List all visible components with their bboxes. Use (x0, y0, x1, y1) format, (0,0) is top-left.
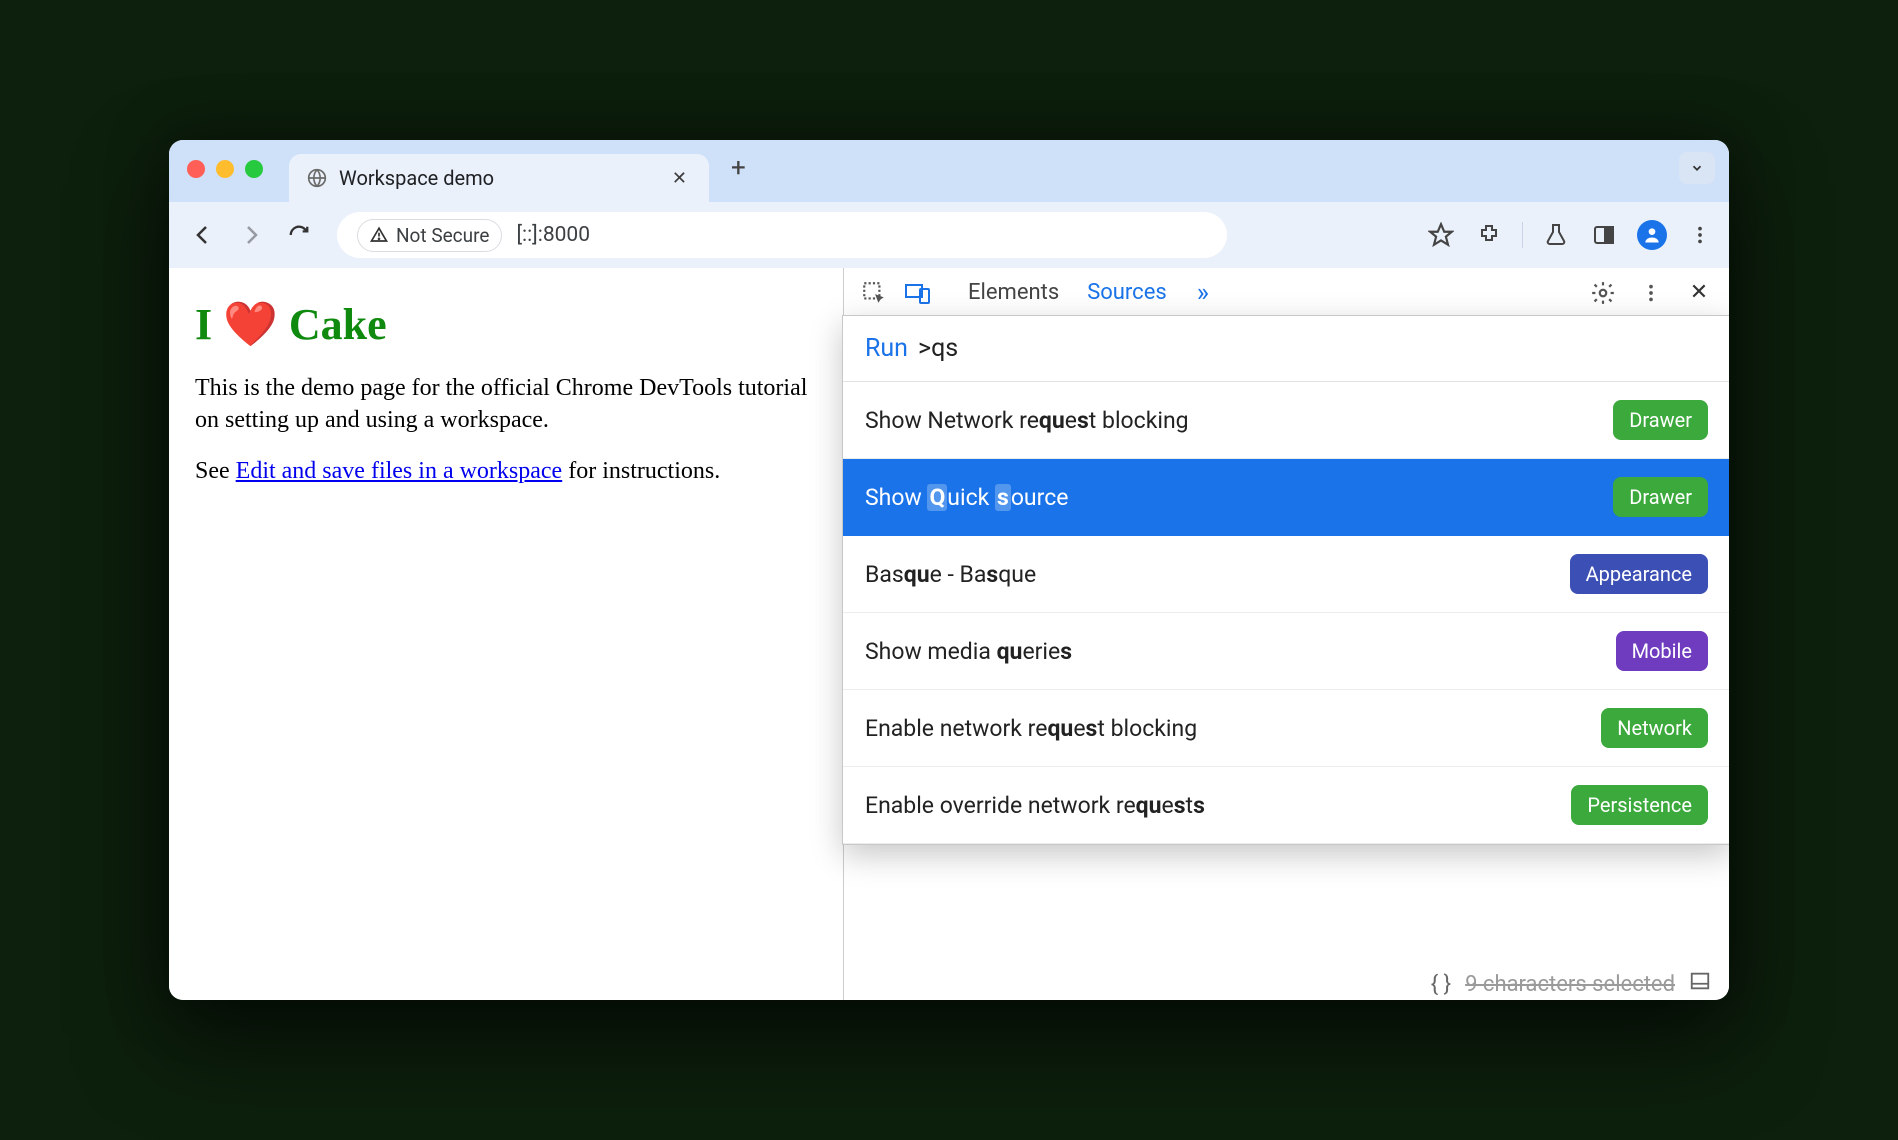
command-item-badge: Network (1601, 708, 1708, 748)
traffic-lights (187, 160, 263, 178)
back-button[interactable] (183, 215, 223, 255)
labs-icon[interactable] (1541, 220, 1571, 250)
rendered-page: I ❤️ Cake This is the demo page for the … (169, 268, 844, 1000)
command-item-label: Basque - Basque (865, 561, 1036, 588)
command-item[interactable]: Show Quick source Drawer (843, 459, 1729, 536)
command-item[interactable]: Basque - Basque Appearance (843, 536, 1729, 613)
command-item[interactable]: Enable override network requests Persiste… (843, 767, 1729, 844)
command-item-label: Enable override network requests (865, 792, 1205, 819)
security-label: Not Secure (396, 224, 489, 247)
page-paragraph-2: See Edit and save files in a workspace f… (195, 455, 817, 487)
command-item-badge: Drawer (1613, 400, 1708, 440)
command-item[interactable]: Show media queries Mobile (843, 613, 1729, 690)
dock-icon[interactable] (1689, 970, 1711, 998)
command-item-label: Show Network request blocking (865, 407, 1189, 434)
command-item-badge: Persistence (1571, 785, 1708, 825)
warning-icon (370, 226, 388, 244)
address-bar[interactable]: Not Secure [::]:8000 (337, 212, 1227, 258)
command-item[interactable]: Show Network request blocking Drawer (843, 382, 1729, 459)
workspace-tutorial-link[interactable]: Edit and save files in a workspace (236, 458, 563, 484)
tab-elements[interactable]: Elements (968, 280, 1059, 305)
bookmark-star-icon[interactable] (1426, 220, 1456, 250)
toolbar-actions (1426, 220, 1715, 250)
chrome-window: Workspace demo ✕ + Not Secure [::]:8000 (169, 140, 1729, 1000)
devtools-kebab-icon[interactable] (1635, 277, 1667, 309)
command-menu: Run >qs Show Network request blocking Dra… (842, 315, 1729, 845)
new-tab-button[interactable]: + (731, 153, 746, 183)
devtools-panel: Elements Sources » ✕ Run >qs (844, 268, 1729, 1000)
url-text: [::]:8000 (516, 223, 590, 247)
device-toggle-icon[interactable] (902, 277, 934, 309)
profile-avatar[interactable] (1637, 220, 1667, 250)
command-input[interactable]: Run >qs (843, 316, 1729, 382)
minimize-window-button[interactable] (216, 160, 234, 178)
devtools-tabbar: Elements Sources » ✕ (844, 268, 1729, 318)
tab-title: Workspace demo (339, 166, 654, 190)
p2-suffix: for instructions. (562, 458, 720, 484)
close-devtools-button[interactable]: ✕ (1683, 277, 1715, 309)
kebab-menu-icon[interactable] (1685, 220, 1715, 250)
command-item-label: Enable network request blocking (865, 715, 1197, 742)
reload-button[interactable] (279, 215, 319, 255)
command-item-label: Show media queries (865, 638, 1072, 665)
separator (1522, 222, 1523, 248)
title-bar: Workspace demo ✕ + (169, 140, 1729, 202)
command-list: Show Network request blockingDrawerShow … (843, 382, 1729, 844)
inspect-element-icon[interactable] (858, 277, 890, 309)
command-item[interactable]: Enable network request blocking Network (843, 690, 1729, 767)
page-heading: I ❤️ Cake (195, 298, 817, 350)
side-panel-icon[interactable] (1589, 220, 1619, 250)
bracket-icon: { } (1431, 972, 1451, 997)
command-item-badge: Mobile (1616, 631, 1708, 671)
security-chip[interactable]: Not Secure (357, 219, 502, 252)
gear-icon[interactable] (1587, 277, 1619, 309)
extensions-icon[interactable] (1474, 220, 1504, 250)
tab-search-button[interactable] (1679, 152, 1715, 184)
p2-prefix: See (195, 458, 236, 484)
globe-icon (307, 168, 327, 188)
close-tab-button[interactable]: ✕ (666, 164, 693, 193)
content-area: I ❤️ Cake This is the demo page for the … (169, 268, 1729, 1000)
close-window-button[interactable] (187, 160, 205, 178)
command-query: >qs (918, 334, 958, 363)
footer-status: 9 characters selected (1465, 972, 1675, 997)
page-paragraph-1: This is the demo page for the official C… (195, 372, 817, 437)
command-item-label: Show Quick source (865, 484, 1068, 511)
forward-button[interactable] (231, 215, 271, 255)
fullscreen-window-button[interactable] (245, 160, 263, 178)
run-label: Run (865, 334, 908, 363)
browser-toolbar: Not Secure [::]:8000 (169, 202, 1729, 268)
devtools-footer: { } 9 characters selected (1431, 970, 1711, 998)
tab-sources[interactable]: Sources (1087, 280, 1167, 305)
more-tabs-button[interactable]: » (1197, 278, 1209, 308)
command-item-badge: Appearance (1570, 554, 1708, 594)
command-item-badge: Drawer (1613, 477, 1708, 517)
browser-tab[interactable]: Workspace demo ✕ (289, 154, 709, 202)
